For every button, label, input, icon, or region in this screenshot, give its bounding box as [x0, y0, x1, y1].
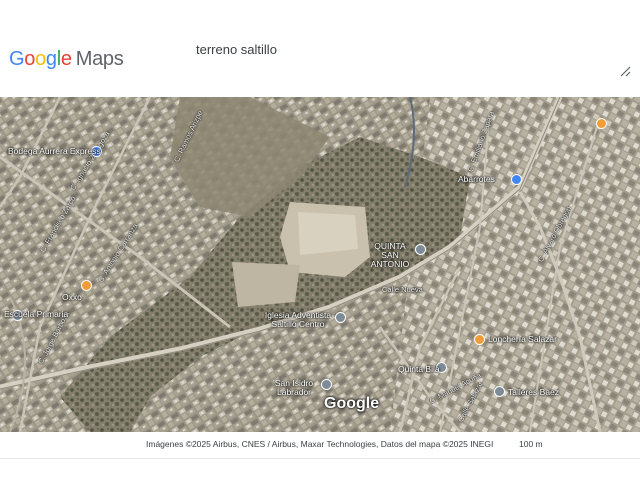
resize-handle-icon[interactable]	[619, 65, 631, 77]
restaurant-icon[interactable]	[596, 118, 607, 129]
google-watermark: Google	[324, 395, 380, 412]
gas-station-icon[interactable]	[81, 280, 92, 291]
search-query[interactable]: terreno saltillo	[196, 42, 277, 57]
place-label[interactable]: Abarrotes	[458, 175, 495, 184]
place-label[interactable]: Quinta Bila	[398, 365, 440, 374]
place-icon[interactable]	[494, 386, 505, 397]
street-label: Calle Nueva	[382, 285, 423, 294]
place-label[interactable]: QUINTA SAN ANTONIO	[367, 242, 413, 269]
logo-letter: e	[60, 48, 72, 70]
place-icon[interactable]	[415, 244, 426, 255]
satellite-map[interactable]: C. Jorge Barboza C. Ignacio Zaragoza C. …	[0, 97, 640, 432]
maps-header: Google Maps terreno saltillo	[0, 0, 640, 97]
place-label[interactable]: Oxxo	[62, 293, 82, 302]
imagery-attribution[interactable]: Imágenes ©2025 Airbus, CNES / Airbus, Ma…	[146, 439, 493, 449]
place-label[interactable]: Escuela Primaria	[4, 310, 68, 319]
logo-letter: g	[45, 48, 57, 70]
store-icon[interactable]	[511, 174, 522, 185]
place-label[interactable]: Talleres Baez	[508, 388, 559, 397]
logo-product-name: Maps	[75, 48, 124, 70]
restaurant-icon[interactable]	[474, 334, 485, 345]
logo-letter: o	[35, 48, 46, 70]
divider	[0, 458, 640, 459]
scale-bar-label[interactable]: 100 m	[519, 439, 543, 449]
logo-letter: o	[24, 48, 36, 70]
church-icon[interactable]	[335, 312, 346, 323]
place-label[interactable]: Bodega Aurrera Express	[8, 147, 101, 156]
google-maps-logo[interactable]: Google Maps	[9, 48, 124, 71]
logo-letter: G	[9, 48, 25, 70]
place-label[interactable]: Lonchería Salazar	[488, 335, 557, 344]
place-label[interactable]: San Isidro Labrador	[268, 379, 320, 397]
place-label[interactable]: Iglesia Adventista Saltillo Centro	[263, 311, 333, 329]
church-icon[interactable]	[321, 379, 332, 390]
